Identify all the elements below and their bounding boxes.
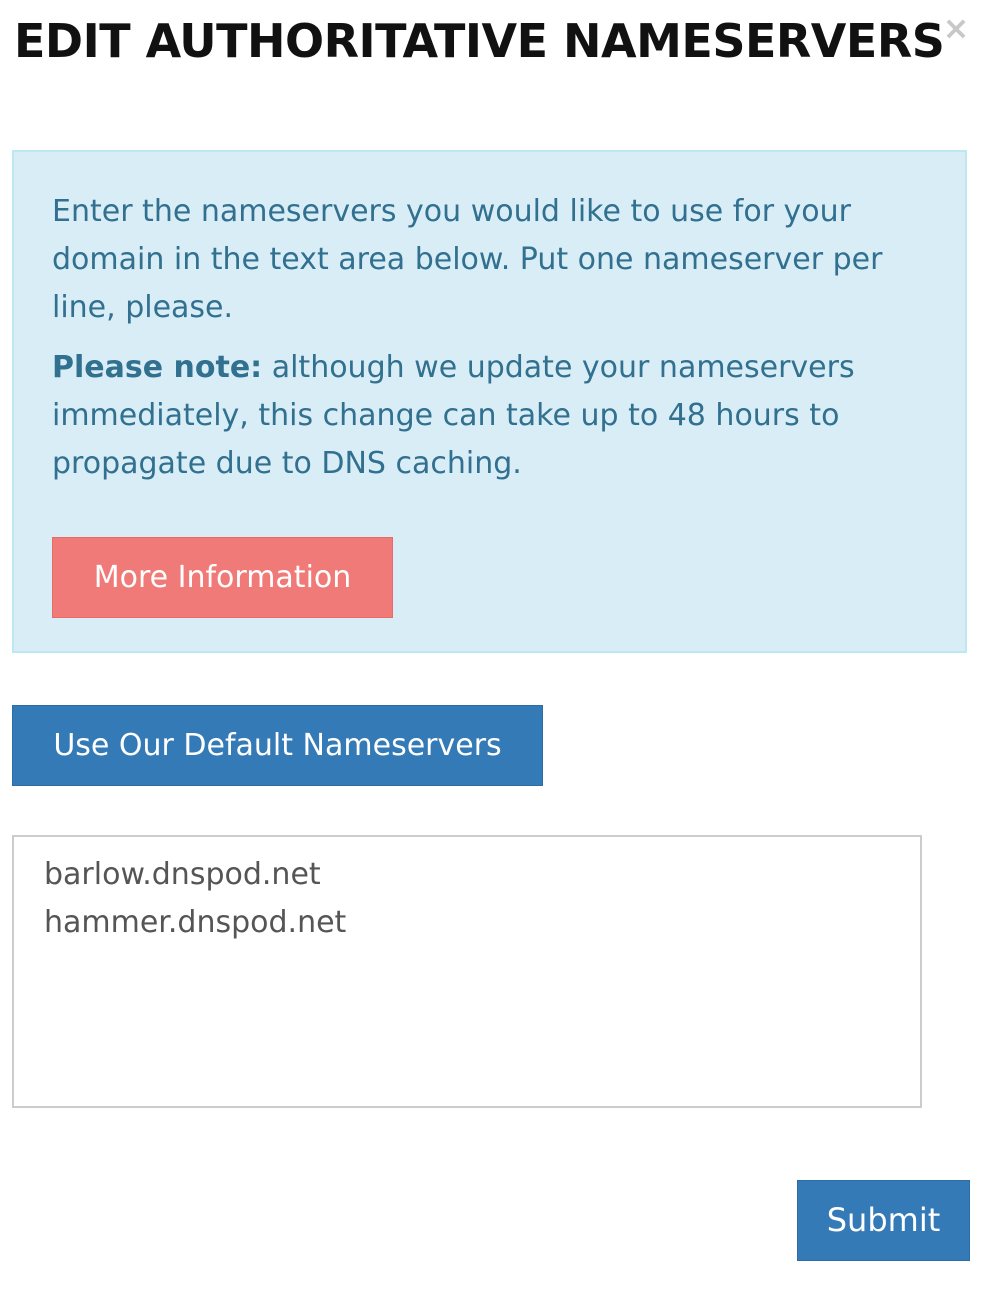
submit-button[interactable]: Submit [797,1180,970,1261]
nameservers-textarea[interactable] [12,835,922,1108]
edit-nameservers-modal: EDIT AUTHORITATIVE NAMESERVERS × Enter t… [0,0,989,1289]
info-intro-text: Enter the nameservers you would like to … [52,194,883,325]
close-icon[interactable]: × [936,8,976,48]
note-label: Please note: [52,350,263,385]
info-alert: Enter the nameservers you would like to … [12,150,967,653]
more-information-button[interactable]: More Information [52,537,393,618]
info-note-text: Please note: although we update your nam… [52,344,942,488]
use-default-nameservers-button[interactable]: Use Our Default Nameservers [12,705,543,786]
modal-title: EDIT AUTHORITATIVE NAMESERVERS [14,14,945,68]
